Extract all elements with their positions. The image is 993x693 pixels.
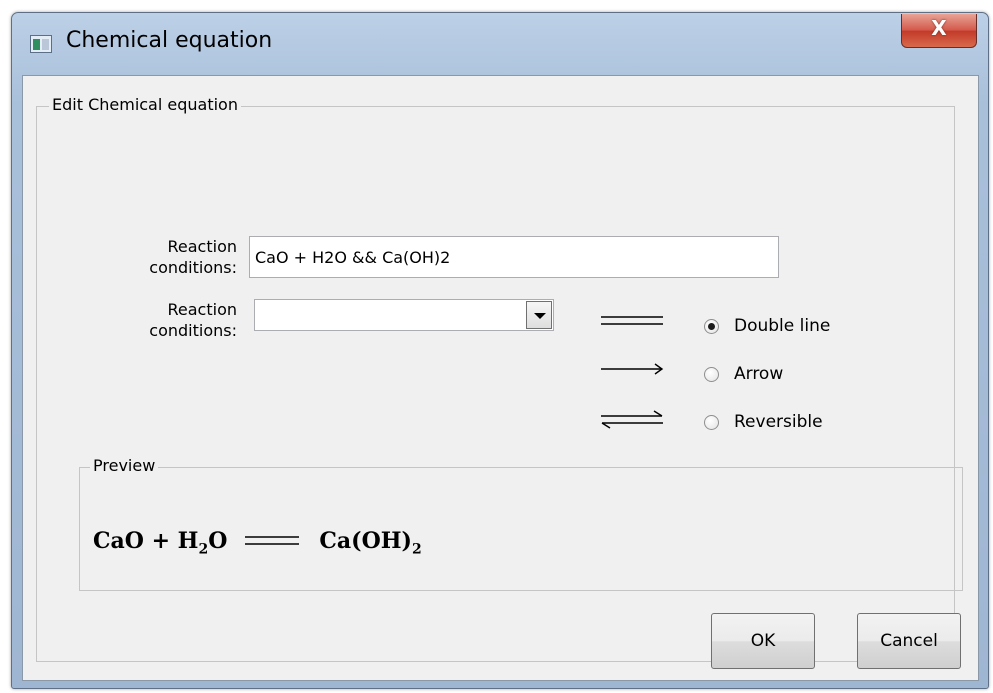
preview-product-subscript: 2 (411, 541, 422, 558)
radio-double-line-label: Double line (734, 316, 831, 336)
preview-double-line-icon (245, 536, 300, 545)
title-bar[interactable]: Chemical equation X (12, 13, 988, 75)
preview-reactants: CaO + H2O (93, 528, 228, 558)
radio-arrow-label: Arrow (734, 364, 784, 384)
radio-selected-dot (708, 323, 715, 330)
equation-label-line1: Reaction (167, 237, 238, 256)
preview-product-text: Ca(OH) (319, 528, 412, 554)
preview-legend: Preview (90, 456, 159, 475)
dialog-client-area: Edit Chemical equation Reaction conditio… (22, 75, 979, 681)
conditions-select[interactable] (254, 299, 554, 331)
edit-equation-legend: Edit Chemical equation (49, 95, 241, 114)
close-icon: X (931, 16, 947, 40)
preview-products: Ca(OH)2 (319, 528, 422, 558)
conditions-label-line1: Reaction (167, 300, 238, 319)
preview-reactant-subscript: 2 (198, 541, 209, 558)
preview-reactant-text-end: O (208, 528, 228, 554)
radio-button-icon[interactable] (704, 367, 719, 382)
app-icon (30, 35, 52, 53)
preview-equation: CaO + H2O Ca(OH)2 (93, 528, 422, 557)
dialog-window: Chemical equation X Edit Chemical equati… (11, 12, 989, 689)
conditions-label: Reaction conditions: (107, 299, 237, 341)
preview-group: Preview CaO + H2O Ca(OH)2 (79, 456, 963, 591)
cancel-button[interactable]: Cancel (857, 613, 961, 669)
window-title: Chemical equation (66, 28, 273, 53)
double-line-icon (601, 316, 663, 325)
equation-label-line2: conditions: (149, 258, 237, 277)
radio-reversible-label: Reversible (734, 412, 823, 432)
radio-button-icon[interactable] (704, 415, 719, 430)
radio-button-icon[interactable] (704, 319, 719, 334)
equation-input[interactable] (249, 236, 779, 278)
arrow-icon (601, 363, 664, 375)
dropdown-button[interactable] (526, 301, 552, 329)
reversible-arrow-icon (601, 410, 663, 429)
close-button[interactable]: X (901, 14, 977, 48)
equation-label: Reaction conditions: (107, 236, 237, 278)
preview-reactant-text: CaO + H (93, 528, 199, 554)
ok-button[interactable]: OK (711, 613, 815, 669)
conditions-label-line2: conditions: (149, 321, 237, 340)
chevron-down-icon (534, 313, 546, 319)
